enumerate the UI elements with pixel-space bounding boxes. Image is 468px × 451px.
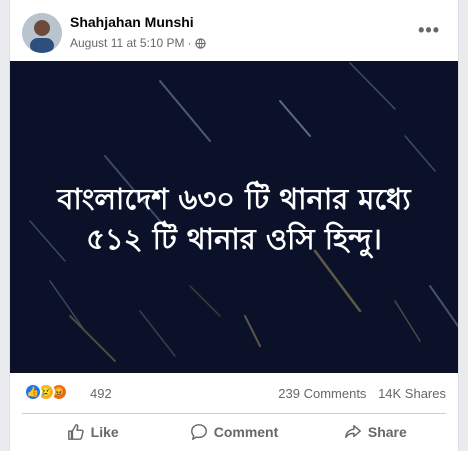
caption-line-1: বাংলাদেশ ৬৩০ টি থানার মধ্যে xyxy=(57,182,411,216)
like-reaction-icon: 👍 xyxy=(24,383,42,401)
reaction-count[interactable]: 492 xyxy=(90,386,112,401)
post-timestamp[interactable]: August 11 at 5:10 PM xyxy=(70,36,185,50)
share-label: Share xyxy=(367,424,407,440)
divider xyxy=(22,413,446,414)
post-card: Shahjahan Munshi August 11 at 5:10 PM · … xyxy=(9,0,459,451)
shares-count[interactable]: 14K Shares xyxy=(378,386,446,401)
engagement-counts: 239 Comments 14K Shares xyxy=(278,386,446,401)
reaction-icons[interactable]: 👍 😢 😡 xyxy=(24,383,68,401)
post-stats: 👍 😢 😡 492 239 Comments 14K Shares xyxy=(22,382,446,406)
comment-icon xyxy=(190,424,207,440)
share-button[interactable]: Share xyxy=(305,417,446,447)
comments-count[interactable]: 239 Comments xyxy=(278,386,366,401)
post-image[interactable]: বাংলাদেশ ৬৩০ টি থানার মধ্যে ৫১২ টি থানার… xyxy=(10,61,458,373)
author-name[interactable]: Shahjahan Munshi xyxy=(70,14,194,30)
more-options-icon[interactable]: ••• xyxy=(418,20,440,41)
caption-line-2: ৫১২ টি থানার ওসি হিন্দু। xyxy=(86,222,382,256)
image-caption: বাংলাদেশ ৬৩০ টি থানার মধ্যে ৫১২ টি থানার… xyxy=(10,179,458,259)
avatar-photo xyxy=(22,13,62,53)
like-button[interactable]: Like xyxy=(22,417,163,447)
globe-icon xyxy=(194,37,206,49)
thumbs-up-icon xyxy=(67,424,84,440)
like-label: Like xyxy=(90,424,119,440)
action-bar: Like Comment Share xyxy=(22,417,446,447)
share-icon xyxy=(344,424,361,439)
post-header: Shahjahan Munshi August 11 at 5:10 PM · … xyxy=(22,12,446,56)
avatar[interactable] xyxy=(22,13,62,53)
comment-label: Comment xyxy=(213,424,279,440)
comment-button[interactable]: Comment xyxy=(163,417,304,447)
meta-separator: · xyxy=(187,36,192,50)
post-meta: August 11 at 5:10 PM · xyxy=(70,36,206,50)
